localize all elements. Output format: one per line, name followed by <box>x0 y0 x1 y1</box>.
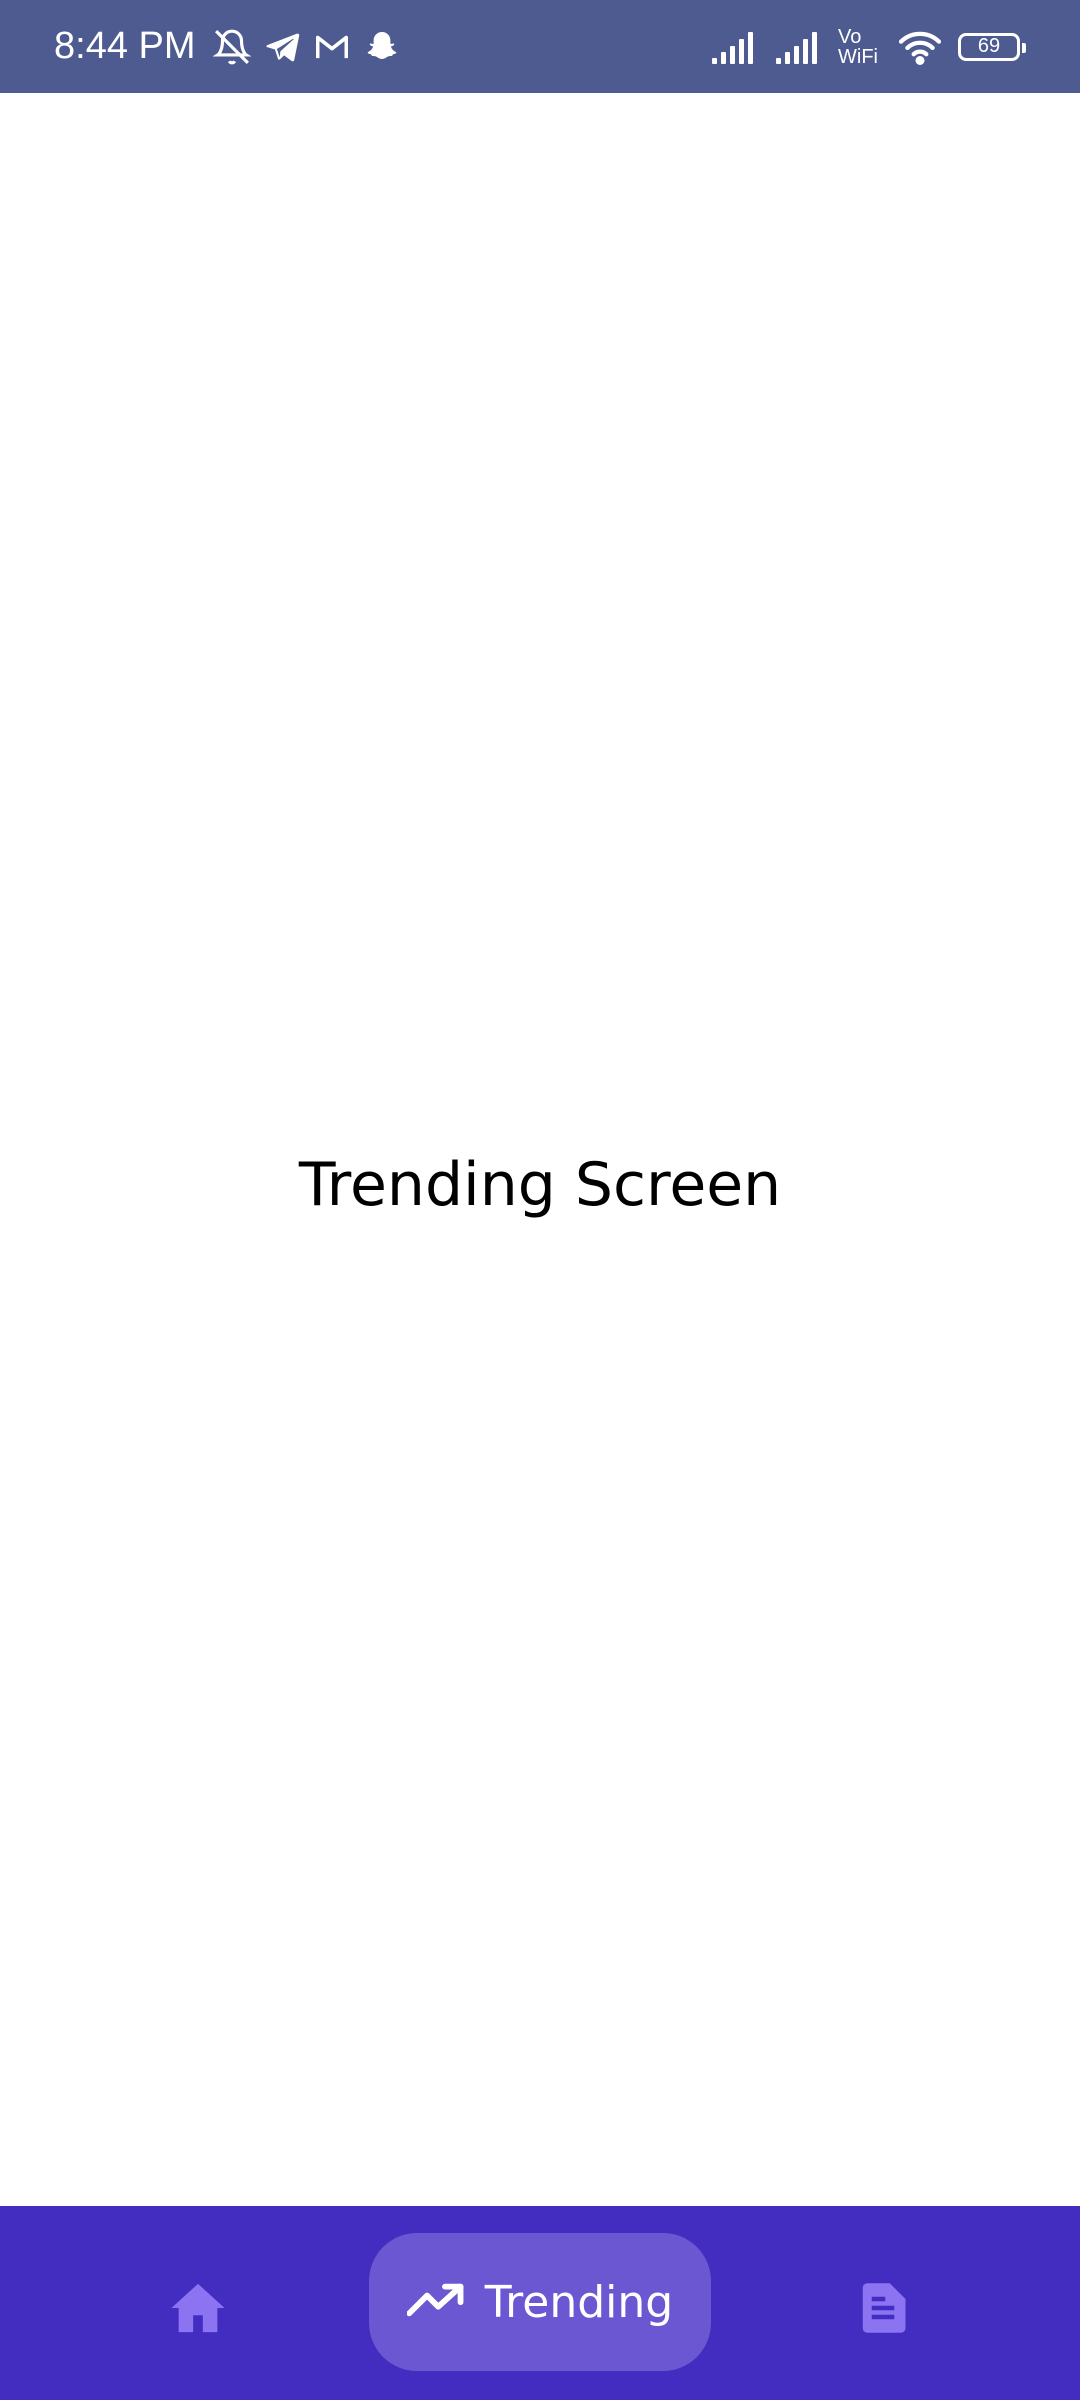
vowifi-top: Vo <box>838 25 862 48</box>
vowifi-label: Vo WiFi <box>838 27 882 67</box>
vowifi-bottom: WiFi <box>838 45 878 68</box>
status-left: 8:44 PM <box>54 0 402 93</box>
gmail-icon <box>312 27 352 67</box>
status-right: Vo WiFi 69 <box>710 0 1026 93</box>
home-icon <box>169 2281 227 2340</box>
trending-up-icon <box>406 2280 465 2325</box>
page-title: Trending Screen <box>298 1150 782 1220</box>
snapchat-icon <box>362 27 402 67</box>
nav-trending-label: Trending <box>484 2276 674 2328</box>
signal-icon-2 <box>774 27 824 67</box>
battery-level: 69 <box>977 35 1001 57</box>
telegram-icon <box>262 27 302 67</box>
trending-screen <box>0 93 1080 2205</box>
signal-icon-1 <box>710 27 760 67</box>
status-time: 8:44 PM <box>54 25 196 67</box>
status-bar: 8:44 PM Vo WiFi 69 <box>0 0 1080 93</box>
bell-off-icon <box>212 27 252 67</box>
nav-documents-button[interactable] <box>843 2270 923 2350</box>
wifi-icon <box>896 27 944 67</box>
nav-trending-button[interactable]: Trending <box>369 2233 711 2371</box>
bottom-navigation: Trending <box>0 2206 1080 2400</box>
battery-icon: 69 <box>958 32 1026 61</box>
document-icon <box>856 2281 910 2340</box>
nav-home-button[interactable] <box>158 2270 238 2350</box>
